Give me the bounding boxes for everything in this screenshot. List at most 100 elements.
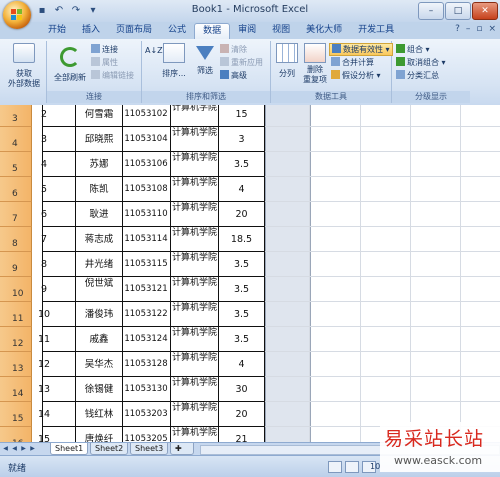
cell-name[interactable]: 蒋志成: [75, 227, 123, 252]
cell-n[interactable]: 3: [32, 127, 56, 152]
row-header[interactable]: 5: [0, 152, 32, 177]
cell-id[interactable]: 11053110: [122, 202, 170, 227]
cell-val[interactable]: 3.5: [218, 302, 265, 327]
clear-button[interactable]: 清除: [220, 44, 247, 55]
cell-id[interactable]: 11053130: [122, 377, 170, 402]
cell-name[interactable]: 戚鑫: [75, 327, 123, 352]
cell-name[interactable]: 钱红林: [75, 402, 123, 427]
cell-dept[interactable]: 计算机学院: [171, 427, 218, 442]
cell-n[interactable]: 11: [32, 327, 56, 352]
cell-dept[interactable]: 计算机学院: [171, 277, 218, 303]
cell-dept[interactable]: 计算机学院: [171, 402, 218, 428]
cell-id[interactable]: 11053124: [122, 327, 170, 352]
cell-n[interactable]: 8: [32, 252, 56, 277]
row-header[interactable]: 12: [0, 327, 32, 352]
doc-minimize-icon[interactable]: –: [466, 24, 471, 34]
cell-val[interactable]: 30: [218, 377, 265, 402]
text-to-columns-button[interactable]: 分列: [273, 43, 301, 79]
properties-button[interactable]: 属性: [91, 57, 118, 68]
sort-button[interactable]: 排序...: [158, 43, 190, 79]
sheet-tab-3[interactable]: Sheet3: [130, 443, 169, 455]
cell-val[interactable]: 20: [218, 402, 265, 427]
row-header[interactable]: 4: [0, 127, 32, 152]
cell-name[interactable]: 徐锡健: [75, 377, 123, 402]
cell-name[interactable]: 潘俊玮: [75, 302, 123, 327]
doc-close-icon[interactable]: ×: [488, 24, 496, 34]
cell-id[interactable]: 11053122: [122, 302, 170, 327]
cell-val[interactable]: 4: [218, 352, 265, 377]
reapply-button[interactable]: 重新应用: [220, 57, 263, 68]
cell-n[interactable]: 7: [32, 227, 56, 252]
tab-review[interactable]: 审阅: [230, 23, 264, 38]
cell-id[interactable]: 11053128: [122, 352, 170, 377]
cell-dept[interactable]: 计算机学院: [171, 177, 218, 203]
cell-dept[interactable]: 计算机学院: [171, 227, 218, 253]
advanced-button[interactable]: 高级: [220, 70, 247, 81]
cell-name[interactable]: 唐焕纤: [75, 427, 123, 442]
get-external-data-button[interactable]: 获取 外部数据: [4, 43, 44, 89]
cell-n[interactable]: 14: [32, 402, 56, 427]
row-header[interactable]: 16: [0, 427, 32, 442]
cell-id[interactable]: 11053114: [122, 227, 170, 252]
cell-dept[interactable]: 计算机学院: [171, 127, 218, 153]
cell-name[interactable]: 耿进: [75, 202, 123, 227]
consolidate-button[interactable]: 合并计算: [331, 57, 374, 68]
row-header[interactable]: 15: [0, 402, 32, 427]
cell-val[interactable]: 21: [218, 427, 265, 442]
cell-n[interactable]: 5: [32, 177, 56, 202]
row-header[interactable]: 7: [0, 202, 32, 227]
cell-dept[interactable]: 计算机学院: [171, 302, 218, 328]
cell-val[interactable]: 18.5: [218, 227, 265, 252]
row-header[interactable]: 10: [0, 277, 32, 302]
worksheet-grid[interactable]: 345678910111213141516 2何雪霜11053102计算机学院1…: [0, 105, 500, 442]
subtotal-button[interactable]: 分类汇总: [396, 70, 439, 81]
close-button[interactable]: ✕: [472, 2, 498, 20]
cell-dept[interactable]: 计算机学院: [171, 252, 218, 278]
cell-name[interactable]: 邱晓熙: [75, 127, 123, 152]
row-header[interactable]: 6: [0, 177, 32, 202]
cell-id[interactable]: 11053102: [122, 105, 170, 127]
cell-val[interactable]: 15: [218, 105, 265, 127]
tab-insert[interactable]: 插入: [74, 23, 108, 38]
row-header[interactable]: 13: [0, 352, 32, 377]
doc-restore-icon[interactable]: ▫: [476, 24, 482, 34]
row-header[interactable]: 9: [0, 252, 32, 277]
cell-id[interactable]: 11053108: [122, 177, 170, 202]
cell-n[interactable]: 13: [32, 377, 56, 402]
row-header[interactable]: 8: [0, 227, 32, 252]
tab-page-layout[interactable]: 页面布局: [108, 23, 160, 38]
cell-name[interactable]: 吴华杰: [75, 352, 123, 377]
cell-dept[interactable]: 计算机学院: [171, 105, 218, 128]
cell-id[interactable]: 11053115: [122, 252, 170, 277]
cell-val[interactable]: 3.5: [218, 152, 265, 177]
last-sheet-icon[interactable]: ▶: [29, 444, 36, 453]
cell-dept[interactable]: 计算机学院: [171, 327, 218, 353]
data-validation-button[interactable]: 数据有效性 ▾: [329, 43, 393, 56]
tab-beautify[interactable]: 美化大师: [298, 23, 350, 38]
cell-n[interactable]: 2: [32, 105, 56, 127]
cell-name[interactable]: 陈凯: [75, 177, 123, 202]
cell-name[interactable]: 倪世斌: [75, 277, 123, 303]
cell-dept[interactable]: 计算机学院: [171, 377, 218, 403]
cell-n[interactable]: 6: [32, 202, 56, 227]
sheet-tab-2[interactable]: Sheet2: [90, 443, 129, 455]
maximize-button[interactable]: □: [445, 2, 471, 20]
ungroup-button[interactable]: 取消组合 ▾: [396, 57, 446, 68]
cell-name[interactable]: 井光绪: [75, 252, 123, 277]
connections-button[interactable]: 连接: [91, 44, 118, 55]
cell-dept[interactable]: 计算机学院: [171, 152, 218, 178]
sheet-tab-1[interactable]: Sheet1: [50, 443, 89, 455]
cell-id[interactable]: 11053104: [122, 127, 170, 152]
tab-developer[interactable]: 开发工具: [350, 23, 402, 38]
cell-name[interactable]: 何雪霜: [75, 105, 123, 127]
help-icon[interactable]: ?: [455, 24, 460, 34]
cell-n[interactable]: 12: [32, 352, 56, 377]
prev-sheet-icon[interactable]: ◀: [11, 444, 18, 453]
filter-button[interactable]: 筛选: [192, 43, 218, 76]
cell-id[interactable]: 11053205: [122, 427, 170, 442]
cell-val[interactable]: 3.5: [218, 327, 265, 352]
row-header[interactable]: 14: [0, 377, 32, 402]
page-layout-view-icon[interactable]: [345, 461, 359, 473]
cell-val[interactable]: 3.5: [218, 252, 265, 277]
remove-duplicates-button[interactable]: 删除 重复项: [301, 43, 329, 85]
